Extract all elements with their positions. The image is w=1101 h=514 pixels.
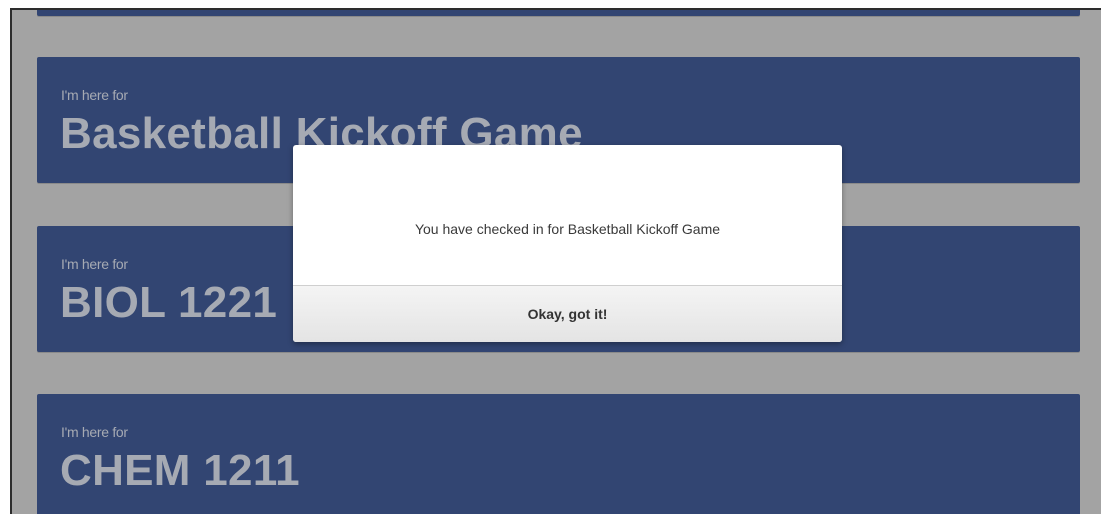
event-card-chem-1211[interactable]: I'm here for CHEM 1211 bbox=[37, 394, 1080, 514]
card-subtitle: I'm here for bbox=[61, 87, 128, 103]
checkin-confirmation-dialog: You have checked in for Basketball Kicko… bbox=[293, 145, 842, 342]
dialog-message: You have checked in for Basketball Kicko… bbox=[414, 221, 721, 237]
okay-got-it-button[interactable]: Okay, got it! bbox=[293, 285, 842, 342]
card-title: BIOL 1221 bbox=[60, 278, 278, 327]
card-title: CHEM 1211 bbox=[60, 446, 300, 495]
card-subtitle: I'm here for bbox=[61, 424, 128, 440]
event-card-partial[interactable] bbox=[37, 10, 1080, 16]
card-subtitle: I'm here for bbox=[61, 256, 128, 272]
